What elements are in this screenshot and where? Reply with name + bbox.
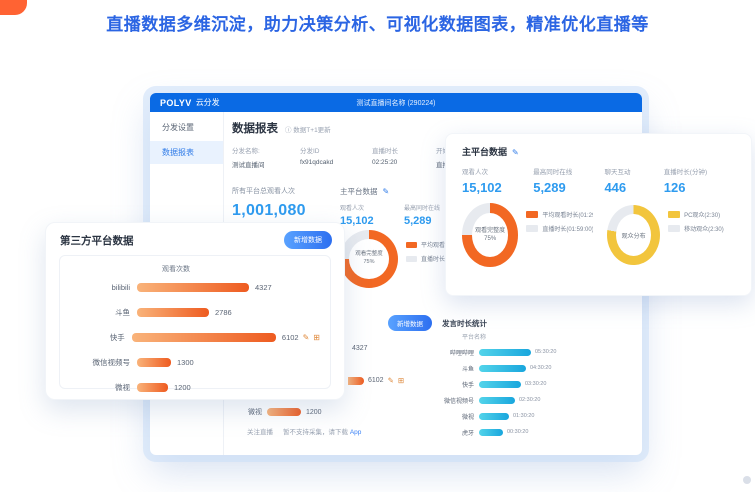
brand-product-name: 云分发	[196, 97, 220, 108]
marketing-screenshot: 直播数据多维沉淀，助力决策分析、可视化数据图表，精准优化直播等 POLYV 云分…	[0, 0, 755, 492]
table-row: 微视01:30:20	[422, 408, 572, 424]
legend-swatch	[406, 256, 417, 262]
card-title: 主平台数据	[462, 147, 507, 157]
table-row: 微信视频号02:30:20	[422, 392, 572, 408]
window-titlebar: POLYV 云分发 测试直播间名称 (290224)	[150, 93, 642, 112]
bar	[137, 358, 171, 367]
legend-swatch	[406, 242, 417, 248]
total-views-stat: 所有平台总观看人次 1,001,080	[232, 186, 306, 220]
main-platform-stats: 观看人次 15,102 最高同时在线 5,289 聊天互动 446 直播时长(分…	[462, 166, 735, 195]
bar	[479, 349, 531, 356]
stat-chat-interactions: 聊天互动 446	[604, 166, 663, 195]
table-row: 虎牙00:30:20	[422, 424, 572, 440]
edit-icon[interactable]: ✎	[512, 148, 519, 157]
total-views-value: 1,001,080	[232, 202, 306, 220]
duration-column-header: 平台名称	[462, 332, 572, 341]
more-icon[interactable]: ⊞	[313, 333, 320, 342]
page-subtitle: ⓘ 数据T+1更新	[285, 127, 331, 134]
sidebar-item-distribution-settings[interactable]: 分发设置	[150, 112, 223, 141]
main-platform-donuts: 观看完整度 75% 平均观看时长(01:29:00) 直播时长(01:59:00…	[462, 203, 735, 267]
duration-section-header: 新增数据 发言时长统计	[388, 315, 487, 331]
info-live-duration: 直播时长 02:25:20	[372, 145, 436, 169]
donut-chart-completion: 观看完整度 75%	[462, 203, 518, 267]
collection-footnote: 关注直播暂不支持采集，请下载 App	[247, 426, 361, 436]
bar	[137, 308, 209, 317]
edit-icon[interactable]: ✎	[303, 333, 310, 342]
info-distribution-name: 分发名称: 测试直播间	[232, 145, 300, 169]
table-row: 哔哩哔哩05:30:20	[422, 344, 572, 360]
add-data-button[interactable]: 新增数据	[388, 315, 432, 331]
bar	[479, 365, 526, 372]
page-headline: 直播数据多维沉淀，助力决策分析、可视化数据图表，精准优化直播等	[0, 10, 755, 35]
add-data-button[interactable]: 新增数据	[284, 231, 332, 249]
bar	[137, 383, 168, 392]
table-row: 斗鱼04:30:20	[422, 360, 572, 376]
bar	[348, 377, 364, 385]
back-chart-peek-value: 4327	[352, 345, 368, 352]
back-chart-peek-row-weishi: 微视 1200	[248, 407, 322, 417]
bar-row-weishi: 微视 1200	[70, 375, 320, 400]
completion-legend: 平均观看时长(01:29:00) 直播时长(01:59:00)	[526, 210, 593, 238]
back-chart-peek-row-kuaishou: 6102 ✎ ⊞	[348, 376, 404, 385]
bar	[479, 381, 521, 388]
stat-views: 观看人次 15,102	[340, 203, 404, 227]
bar	[267, 408, 301, 416]
bar	[479, 413, 509, 420]
bar	[132, 333, 276, 342]
third-party-platform-card: 第三方平台数据 新增数据 观看次数 bilibili 4327 斗鱼 2786 …	[45, 222, 345, 400]
more-icon[interactable]: ⊞	[398, 376, 404, 385]
bar-row-wechat-channels: 微信视频号 1300	[70, 350, 320, 375]
duration-table: 平台名称 哔哩哔哩05:30:20 斗鱼04:30:20 快手03:30:20 …	[422, 332, 572, 440]
chart-header: 观看次数	[162, 264, 320, 274]
donut-chart-audience: 观众分布	[607, 205, 660, 265]
bar	[479, 397, 515, 404]
edit-icon[interactable]: ✎	[383, 187, 390, 196]
card-title: 第三方平台数据	[60, 233, 134, 248]
edit-icon[interactable]: ✎	[388, 376, 394, 385]
info-distribution-id: 分发ID fx91qdcakd	[300, 145, 372, 169]
duration-section-title: 发言时长统计	[442, 318, 487, 329]
stat-views: 观看人次 15,102	[462, 166, 533, 195]
polyv-logo: POLYV	[160, 98, 192, 108]
stat-live-minutes: 直播时长(分钟) 126	[664, 166, 735, 195]
bar-row-kuaishou: 快手 6102 ✎ ⊞	[70, 325, 320, 350]
bar-row-douyu: 斗鱼 2786	[70, 300, 320, 325]
audience-legend: PC观众(2:30) 移动观众(2:30)	[668, 210, 735, 238]
legend-swatch	[526, 211, 538, 218]
sidebar-item-data-report[interactable]: 数据报表	[150, 141, 223, 164]
page-title: 数据报表ⓘ 数据T+1更新	[232, 120, 331, 136]
views-bar-chart: 观看次数 bilibili 4327 斗鱼 2786 快手 6102 ✎ ⊞ 微…	[59, 255, 331, 389]
room-title: 测试直播间名称 (290224)	[150, 98, 642, 108]
bar	[137, 283, 249, 292]
legend-swatch	[526, 225, 538, 232]
legend-swatch	[668, 225, 680, 232]
legend-swatch	[668, 211, 680, 218]
table-row: 快手03:30:20	[422, 376, 572, 392]
bar	[479, 429, 503, 436]
bar-row-bilibili: bilibili 4327	[70, 275, 320, 300]
main-platform-card: 主平台数据 ✎ 观看人次 15,102 最高同时在线 5,289 聊天互动 446…	[445, 133, 752, 296]
donut-chart-completion: 观看完整度 75%	[340, 230, 398, 288]
app-link[interactable]: App	[350, 429, 362, 436]
stat-peak-online: 最高同时在线 5,289	[533, 166, 604, 195]
decorative-dot	[743, 476, 751, 484]
